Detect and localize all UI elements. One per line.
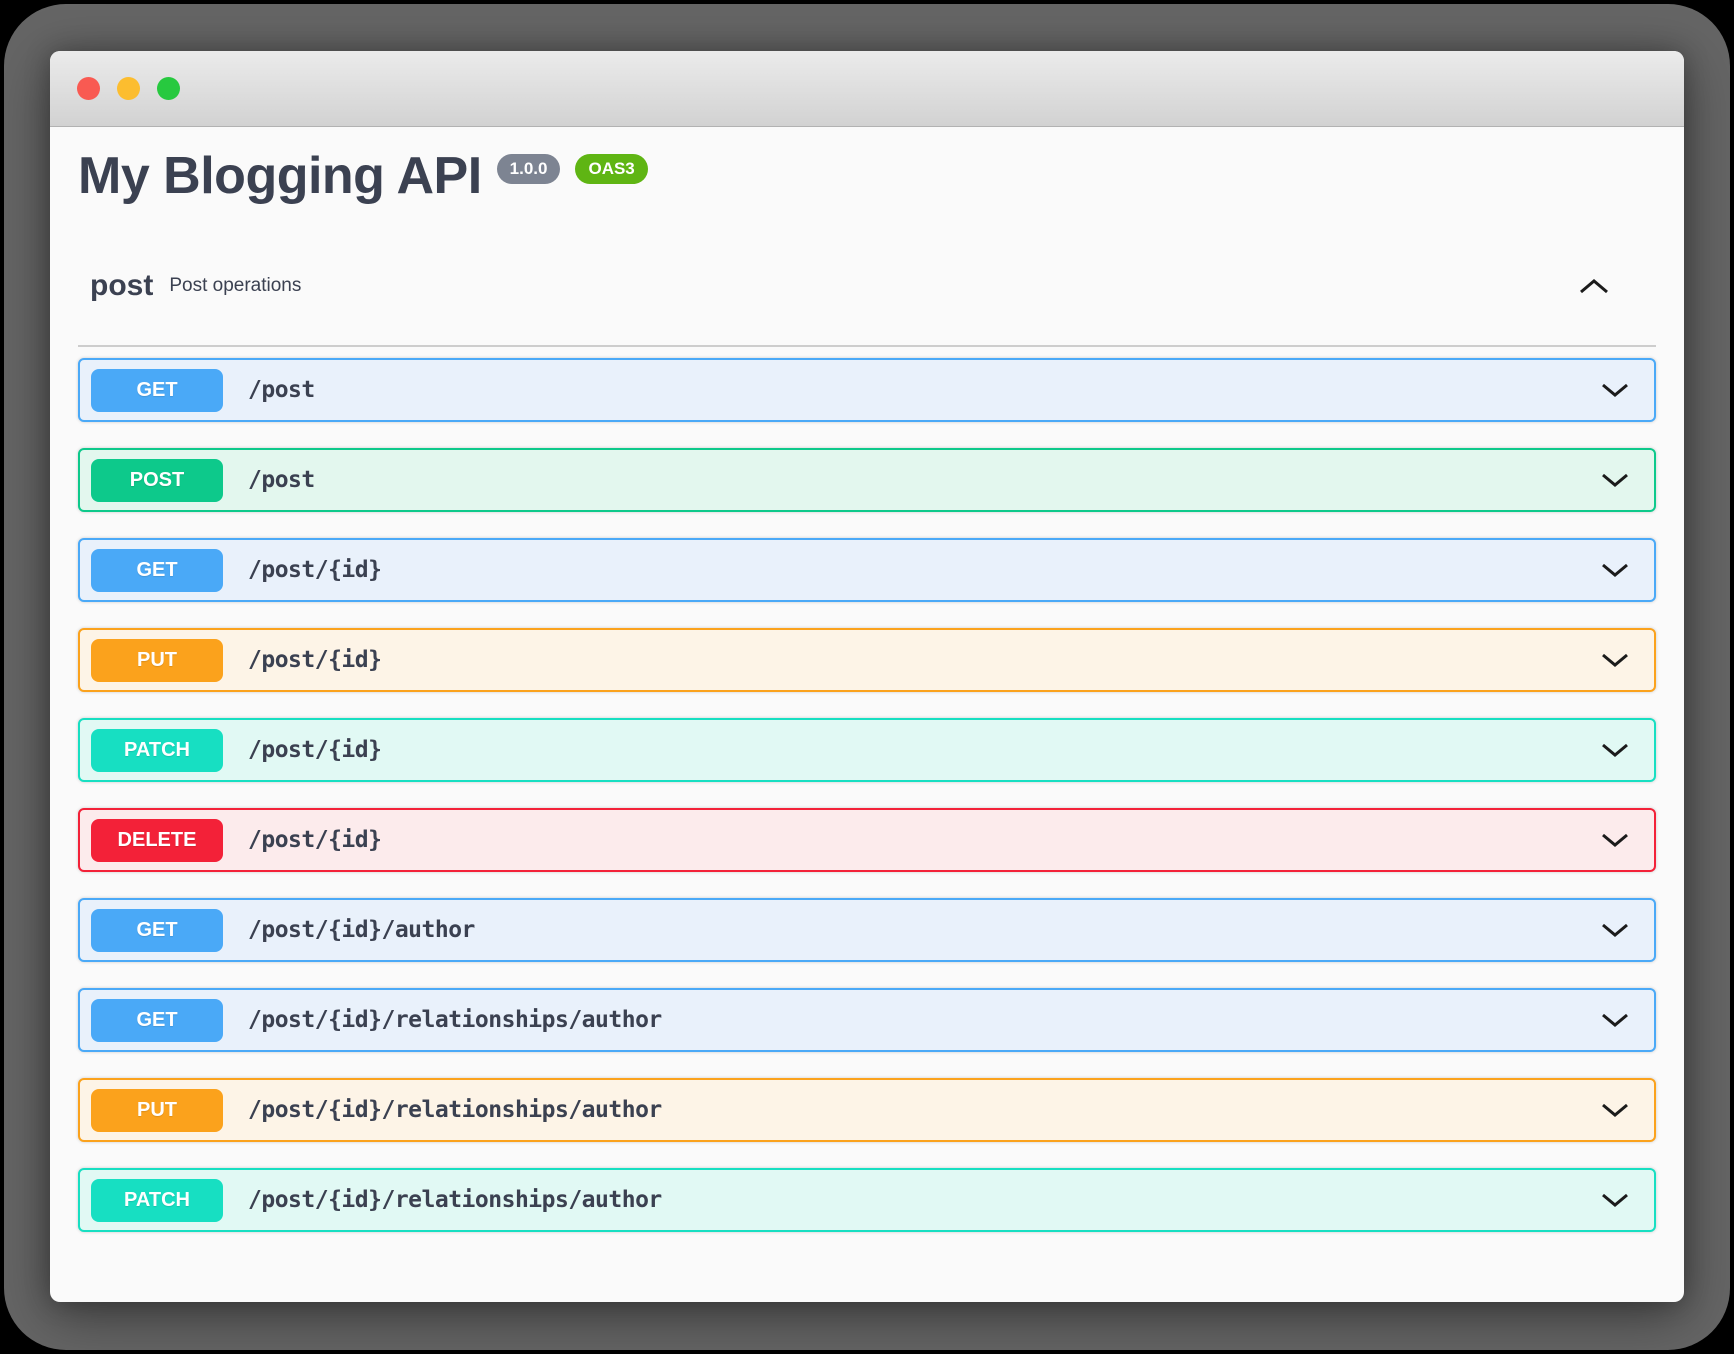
operation-row[interactable]: DELETE /post/{id} <box>78 808 1656 872</box>
operation-path: /post <box>248 377 315 403</box>
method-badge: GET <box>91 909 223 952</box>
method-badge: POST <box>91 459 223 502</box>
operation-row[interactable]: PATCH /post/{id} <box>78 718 1656 782</box>
method-badge: PATCH <box>91 1179 223 1222</box>
method-badge: GET <box>91 369 223 412</box>
api-info-header: My Blogging API 1.0.0 OAS3 <box>78 145 1656 207</box>
operations-list: GET /post POST /post GET /post/{id} PUT … <box>78 358 1656 1232</box>
close-window-button[interactable] <box>77 77 100 100</box>
method-badge: PUT <box>91 1089 223 1132</box>
operation-path: /post/{id} <box>248 737 381 763</box>
operation-path: /post/{id} <box>248 647 381 673</box>
chevron-down-icon[interactable] <box>1600 922 1630 938</box>
operation-path: /post <box>248 467 315 493</box>
method-badge: PATCH <box>91 729 223 772</box>
api-title: My Blogging API <box>78 145 482 207</box>
chevron-down-icon[interactable] <box>1600 1192 1630 1208</box>
chevron-up-icon[interactable] <box>1578 278 1610 295</box>
chevron-down-icon[interactable] <box>1600 832 1630 848</box>
operation-path: /post/{id}/relationships/author <box>248 1097 662 1123</box>
version-badge: 1.0.0 <box>497 154 561 184</box>
zoom-window-button[interactable] <box>157 77 180 100</box>
operation-path: /post/{id}/relationships/author <box>248 1007 662 1033</box>
operation-row[interactable]: PATCH /post/{id}/relationships/author <box>78 1168 1656 1232</box>
method-badge: PUT <box>91 639 223 682</box>
oas3-badge: OAS3 <box>575 154 647 184</box>
operation-row[interactable]: GET /post/{id}/author <box>78 898 1656 962</box>
operation-row[interactable]: PUT /post/{id}/relationships/author <box>78 1078 1656 1142</box>
minimize-window-button[interactable] <box>117 77 140 100</box>
operation-row[interactable]: POST /post <box>78 448 1656 512</box>
operation-row[interactable]: GET /post/{id} <box>78 538 1656 602</box>
chevron-down-icon[interactable] <box>1600 652 1630 668</box>
tag-name: post <box>90 269 153 303</box>
chevron-down-icon[interactable] <box>1600 562 1630 578</box>
section-divider <box>78 345 1656 347</box>
chevron-down-icon[interactable] <box>1600 1012 1630 1028</box>
operation-row[interactable]: PUT /post/{id} <box>78 628 1656 692</box>
operation-path: /post/{id} <box>248 557 381 583</box>
method-badge: DELETE <box>91 819 223 862</box>
window-titlebar <box>50 51 1684 127</box>
tag-header-post[interactable]: post Post operations <box>78 269 1656 303</box>
chevron-down-icon[interactable] <box>1600 382 1630 398</box>
method-badge: GET <box>91 999 223 1042</box>
app-window: My Blogging API 1.0.0 OAS3 post Post ope… <box>50 51 1684 1302</box>
operation-path: /post/{id} <box>248 827 381 853</box>
chevron-down-icon[interactable] <box>1600 1102 1630 1118</box>
operation-row[interactable]: GET /post <box>78 358 1656 422</box>
chevron-down-icon[interactable] <box>1600 472 1630 488</box>
desktop-background: My Blogging API 1.0.0 OAS3 post Post ope… <box>4 4 1730 1350</box>
swagger-ui-content: My Blogging API 1.0.0 OAS3 post Post ope… <box>50 145 1684 1232</box>
operation-path: /post/{id}/relationships/author <box>248 1187 662 1213</box>
operation-path: /post/{id}/author <box>248 917 475 943</box>
operation-row[interactable]: GET /post/{id}/relationships/author <box>78 988 1656 1052</box>
chevron-down-icon[interactable] <box>1600 742 1630 758</box>
tag-description: Post operations <box>169 275 301 297</box>
method-badge: GET <box>91 549 223 592</box>
